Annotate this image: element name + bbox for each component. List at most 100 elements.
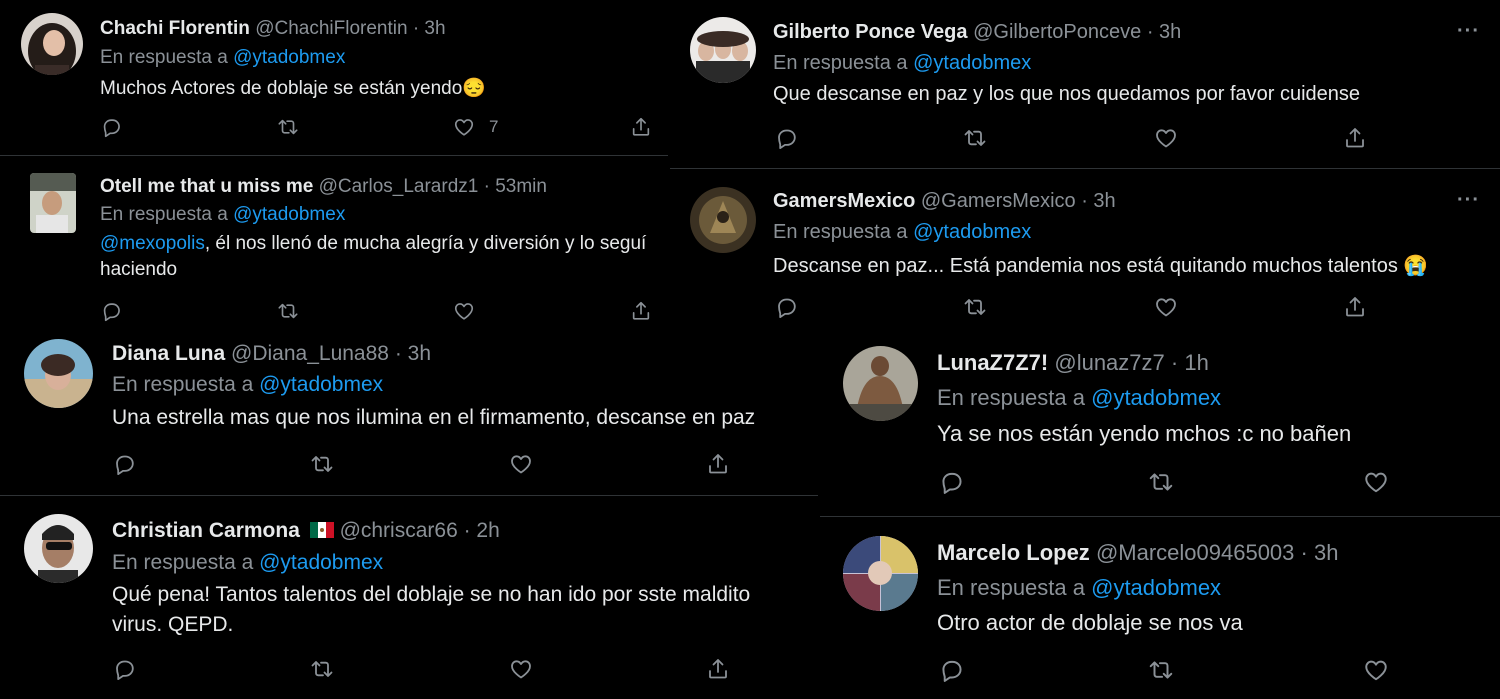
share-button[interactable] bbox=[630, 300, 652, 322]
reply-mention-link[interactable]: @ytadobmex bbox=[913, 221, 1031, 243]
avatar[interactable] bbox=[24, 514, 93, 583]
share-button[interactable] bbox=[1343, 126, 1367, 150]
reply-icon bbox=[112, 657, 136, 681]
like-button[interactable] bbox=[1363, 657, 1389, 683]
reply-mention-link[interactable]: @ytadobmex bbox=[1091, 575, 1221, 600]
reply-button[interactable] bbox=[774, 126, 798, 150]
reply-button[interactable] bbox=[938, 657, 964, 683]
retweet-button[interactable] bbox=[276, 300, 300, 322]
mexico-flag-icon bbox=[309, 520, 334, 538]
reply-mention-link[interactable]: @ytadobmex bbox=[233, 47, 345, 68]
share-button[interactable] bbox=[1343, 295, 1367, 319]
author-handle[interactable]: @GilbertoPonceve bbox=[973, 21, 1141, 43]
share-button[interactable] bbox=[630, 116, 652, 138]
retweet-button[interactable] bbox=[309, 657, 335, 681]
tweet-card[interactable]: Gilberto Ponce Vega @GilbertoPonceve · 3… bbox=[670, 0, 1500, 168]
reply-mention-link[interactable]: @ytadobmex bbox=[259, 551, 383, 574]
tweet-card[interactable]: LunaZ7Z7! @lunaz7z7 · 1h En respuesta a … bbox=[820, 333, 1500, 515]
tweet-time[interactable]: · 1h bbox=[1171, 350, 1209, 375]
tweet-header: Christian Carmona @chriscar66 · 2h bbox=[112, 519, 500, 543]
author-name[interactable]: Marcelo Lopez bbox=[937, 540, 1090, 565]
tweet-time[interactable]: · 2h bbox=[464, 519, 500, 542]
retweet-button[interactable] bbox=[962, 126, 988, 150]
author-name[interactable]: Chachi Florentin bbox=[100, 18, 250, 39]
author-handle[interactable]: @Marcelo09465003 bbox=[1096, 540, 1294, 565]
author-name[interactable]: GamersMexico bbox=[773, 190, 915, 212]
retweet-button[interactable] bbox=[1147, 657, 1175, 683]
avatar[interactable] bbox=[690, 187, 756, 253]
like-button[interactable] bbox=[453, 300, 475, 322]
author-name[interactable]: Christian Carmona bbox=[112, 519, 300, 542]
share-button[interactable] bbox=[706, 452, 730, 476]
author-handle[interactable]: @chriscar66 bbox=[340, 519, 458, 542]
retweet-button[interactable] bbox=[309, 452, 335, 476]
tweet-time[interactable]: · 3h bbox=[1147, 21, 1181, 43]
reply-icon bbox=[100, 300, 122, 322]
author-name[interactable]: Gilberto Ponce Vega bbox=[773, 21, 968, 43]
tweet-header: GamersMexico @GamersMexico · 3h bbox=[773, 190, 1116, 213]
reply-prefix: En respuesta a bbox=[937, 385, 1085, 410]
tweet-card[interactable]: GamersMexico @GamersMexico · 3h ··· En r… bbox=[670, 170, 1500, 332]
avatar[interactable] bbox=[24, 339, 93, 408]
tweet-time[interactable]: · 3h bbox=[1301, 540, 1339, 565]
author-handle[interactable]: @lunaz7z7 bbox=[1054, 350, 1164, 375]
reply-mention-link[interactable]: @ytadobmex bbox=[913, 52, 1031, 74]
retweet-button[interactable] bbox=[276, 116, 300, 138]
like-button[interactable] bbox=[1154, 126, 1178, 150]
reply-button[interactable] bbox=[112, 452, 136, 476]
author-name[interactable]: Diana Luna bbox=[112, 342, 225, 365]
tweet-card[interactable]: Marcelo Lopez @Marcelo09465003 · 3h En r… bbox=[820, 518, 1500, 699]
author-handle[interactable]: @Diana_Luna88 bbox=[231, 342, 389, 365]
like-button[interactable] bbox=[1363, 469, 1389, 495]
like-button[interactable] bbox=[1154, 295, 1178, 319]
author-handle[interactable]: @ChachiFlorentin bbox=[255, 18, 407, 39]
reply-button[interactable] bbox=[112, 657, 136, 681]
tweet-header: Chachi Florentin @ChachiFlorentin · 3h bbox=[100, 18, 446, 40]
like-button[interactable]: 7 bbox=[453, 116, 498, 138]
avatar[interactable] bbox=[690, 17, 756, 83]
reply-button[interactable] bbox=[938, 469, 964, 495]
author-name[interactable]: Otell me that u miss me bbox=[100, 176, 313, 197]
text-mention-link[interactable]: @mexopolis bbox=[100, 233, 205, 254]
author-name[interactable]: LunaZ7Z7! bbox=[937, 350, 1048, 375]
tweet-time[interactable]: · 3h bbox=[413, 18, 446, 39]
tweet-text: Muchos Actores de doblaje se están yendo… bbox=[100, 78, 486, 99]
divider bbox=[0, 495, 818, 496]
like-button[interactable] bbox=[509, 657, 533, 681]
reply-mention-link[interactable]: @ytadobmex bbox=[259, 373, 383, 396]
retweet-button[interactable] bbox=[962, 295, 988, 319]
retweet-icon bbox=[276, 300, 300, 322]
retweet-icon bbox=[1147, 657, 1175, 683]
tweet-card[interactable]: Chachi Florentin @ChachiFlorentin · 3h E… bbox=[0, 0, 668, 156]
tweet-time[interactable]: · 53min bbox=[484, 176, 547, 197]
reply-button[interactable] bbox=[100, 116, 122, 138]
tweet-card[interactable]: Otell me that u miss me @Carlos_Larardz1… bbox=[0, 157, 668, 330]
tweet-text: Otro actor de doblaje se nos va bbox=[937, 610, 1243, 635]
avatar[interactable] bbox=[21, 13, 83, 75]
tweet-time[interactable]: · 3h bbox=[395, 342, 431, 365]
more-options-button[interactable]: ··· bbox=[1457, 20, 1480, 43]
tweet-time[interactable]: · 3h bbox=[1081, 190, 1115, 212]
tweet-text: Ya se nos están yendo mchos :c no bañen bbox=[937, 421, 1352, 446]
avatar[interactable] bbox=[30, 173, 76, 233]
reply-button[interactable] bbox=[774, 295, 798, 319]
retweet-icon bbox=[1147, 469, 1175, 495]
author-handle[interactable]: @Carlos_Larardz1 bbox=[319, 176, 479, 197]
reply-mention-link[interactable]: @ytadobmex bbox=[1091, 385, 1221, 410]
author-handle[interactable]: @GamersMexico bbox=[921, 190, 1076, 212]
retweet-button[interactable] bbox=[1147, 469, 1175, 495]
reply-prefix: En respuesta a bbox=[773, 52, 908, 74]
more-options-button[interactable]: ··· bbox=[1457, 189, 1480, 212]
reply-mention-link[interactable]: @ytadobmex bbox=[233, 204, 345, 225]
divider bbox=[820, 516, 1500, 517]
share-button[interactable] bbox=[706, 657, 730, 681]
tweet-card[interactable]: Christian Carmona @chriscar66 · 2h En re… bbox=[0, 497, 818, 699]
like-button[interactable] bbox=[509, 452, 533, 476]
reply-prefix: En respuesta a bbox=[100, 47, 228, 68]
tweet-card[interactable]: Diana Luna @Diana_Luna88 · 3h En respues… bbox=[0, 330, 818, 496]
avatar[interactable] bbox=[843, 536, 918, 611]
tweet-text: Qué pena! Tantos talentos del doblaje se… bbox=[112, 583, 751, 606]
reply-button[interactable] bbox=[100, 300, 122, 322]
like-icon bbox=[509, 452, 533, 476]
avatar[interactable] bbox=[843, 346, 918, 421]
